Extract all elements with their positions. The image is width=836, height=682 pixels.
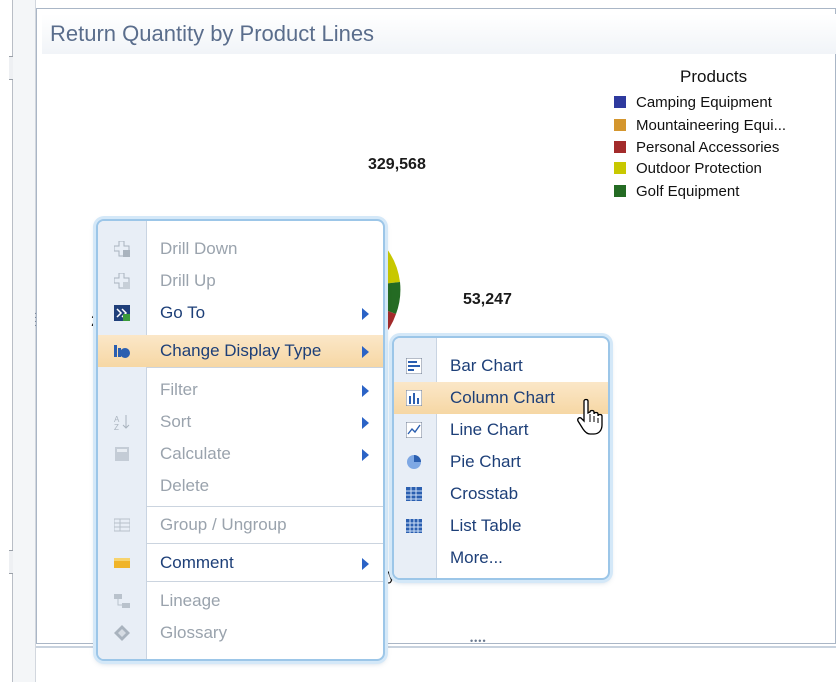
submenu-item-crosstab[interactable]: Crosstab [394, 478, 608, 510]
workspace-gutter [13, 0, 36, 682]
left-panel-edge [0, 0, 13, 682]
lineage-icon [114, 594, 130, 608]
menu-item-group-ungroup[interactable]: Group / Ungroup [98, 509, 383, 541]
glossary-icon [114, 625, 130, 641]
submenu-item-label: Line Chart [450, 420, 529, 439]
go-to-icon [114, 305, 130, 321]
drill-up-icon [114, 273, 130, 289]
menu-item-label: Glossary [160, 623, 228, 642]
submenu-item-label: More... [450, 548, 503, 567]
menu-item-label: Lineage [160, 591, 221, 610]
legend-label: Golf Equipment [636, 182, 740, 200]
comment-icon [114, 558, 130, 568]
submenu-item-pie-chart[interactable]: Pie Chart [394, 446, 608, 478]
menu-item-drill-up[interactable]: Drill Up [98, 265, 383, 297]
menu-item-label: Calculate [160, 444, 231, 463]
svg-text:Z: Z [114, 423, 119, 430]
menu-item-go-to[interactable]: Go To [98, 297, 383, 329]
legend-swatch [614, 162, 626, 174]
bar-chart-icon [406, 358, 422, 374]
legend-label: Personal Accessories [636, 138, 780, 156]
legend-swatch [614, 141, 626, 153]
legend-title: Products [680, 67, 748, 86]
menu-item-label: Drill Up [160, 271, 216, 290]
menu-separator [146, 506, 383, 507]
menu-separator [146, 367, 383, 368]
group-icon [114, 518, 130, 532]
display-type-submenu: Bar Chart Column Chart Line Chart Pie Ch… [392, 336, 610, 580]
legend-item-mountaineering: Mountaineering Equi... [614, 116, 786, 134]
data-label-right: 53,247 [463, 291, 512, 308]
submenu-arrow-icon [362, 449, 369, 461]
pie-chart-icon [407, 455, 421, 469]
bottom-resize-grip-icon[interactable]: •••• [470, 636, 487, 646]
menu-item-lineage[interactable]: Lineage [98, 585, 383, 617]
submenu-item-label: List Table [450, 516, 522, 535]
submenu-item-more[interactable]: More... [394, 542, 608, 574]
submenu-item-label: Bar Chart [450, 356, 523, 375]
submenu-item-list-table[interactable]: List Table [394, 510, 608, 542]
menu-item-label: Drill Down [160, 239, 238, 258]
submenu-arrow-icon [362, 558, 369, 570]
menu-item-change-display-type[interactable]: Change Display Type [98, 335, 383, 367]
menu-item-filter[interactable]: Filter [98, 374, 383, 406]
menu-item-label: Sort [160, 412, 192, 431]
legend-label: Outdoor Protection [636, 159, 762, 177]
menu-item-label: Filter [160, 380, 198, 399]
submenu-item-label: Column Chart [450, 388, 555, 407]
crosstab-icon [406, 487, 422, 501]
hand-cursor-icon [577, 398, 603, 435]
menu-item-delete[interactable]: Delete [98, 470, 383, 502]
drill-down-icon [114, 241, 130, 257]
menu-item-label: Delete [160, 476, 210, 495]
menu-item-comment[interactable]: Comment [98, 547, 383, 579]
menu-item-glossary[interactable]: Glossary [98, 617, 383, 649]
menu-item-label: Comment [160, 553, 234, 572]
submenu-item-label: Crosstab [450, 484, 519, 503]
menu-item-calculate[interactable]: Calculate [98, 438, 383, 470]
legend-label: Camping Equipment [636, 93, 772, 111]
submenu-arrow-icon [362, 308, 369, 320]
menu-item-label: Group / Ungroup [160, 515, 287, 534]
menu-separator [146, 543, 383, 544]
widget-title: Return Quantity by Product Lines [50, 21, 375, 46]
menu-item-label: Change Display Type [160, 341, 322, 360]
legend-swatch [614, 185, 626, 197]
legend-label: Mountaineering Equi... [636, 116, 787, 134]
display-type-icon [114, 345, 130, 358]
column-chart-icon [406, 390, 422, 406]
legend-swatch [614, 119, 626, 131]
list-table-icon [406, 519, 422, 533]
legend-item-camping: Camping Equipment [614, 93, 772, 111]
submenu-item-bar-chart[interactable]: Bar Chart [394, 350, 608, 382]
legend-item-golf: Golf Equipment [614, 182, 739, 200]
menu-separator [146, 581, 383, 582]
menu-item-sort[interactable]: AZ Sort [98, 406, 383, 438]
line-chart-icon [406, 422, 422, 438]
calculate-icon [115, 447, 129, 461]
sort-icon: AZ [114, 415, 130, 430]
data-label-top: 329,568 [368, 156, 426, 173]
submenu-item-label: Pie Chart [450, 452, 521, 471]
menu-item-label: Go To [160, 303, 206, 322]
legend-item-personal: Personal Accessories [614, 138, 779, 156]
submenu-arrow-icon [362, 385, 369, 397]
menu-item-drill-down[interactable]: Drill Down [98, 233, 383, 265]
legend-item-outdoor: Outdoor Protection [614, 159, 762, 177]
submenu-arrow-icon [362, 417, 369, 429]
legend-swatch [614, 96, 626, 108]
submenu-arrow-icon [362, 346, 369, 358]
context-menu: Drill Down Drill Up Go To Change Display… [96, 219, 385, 661]
